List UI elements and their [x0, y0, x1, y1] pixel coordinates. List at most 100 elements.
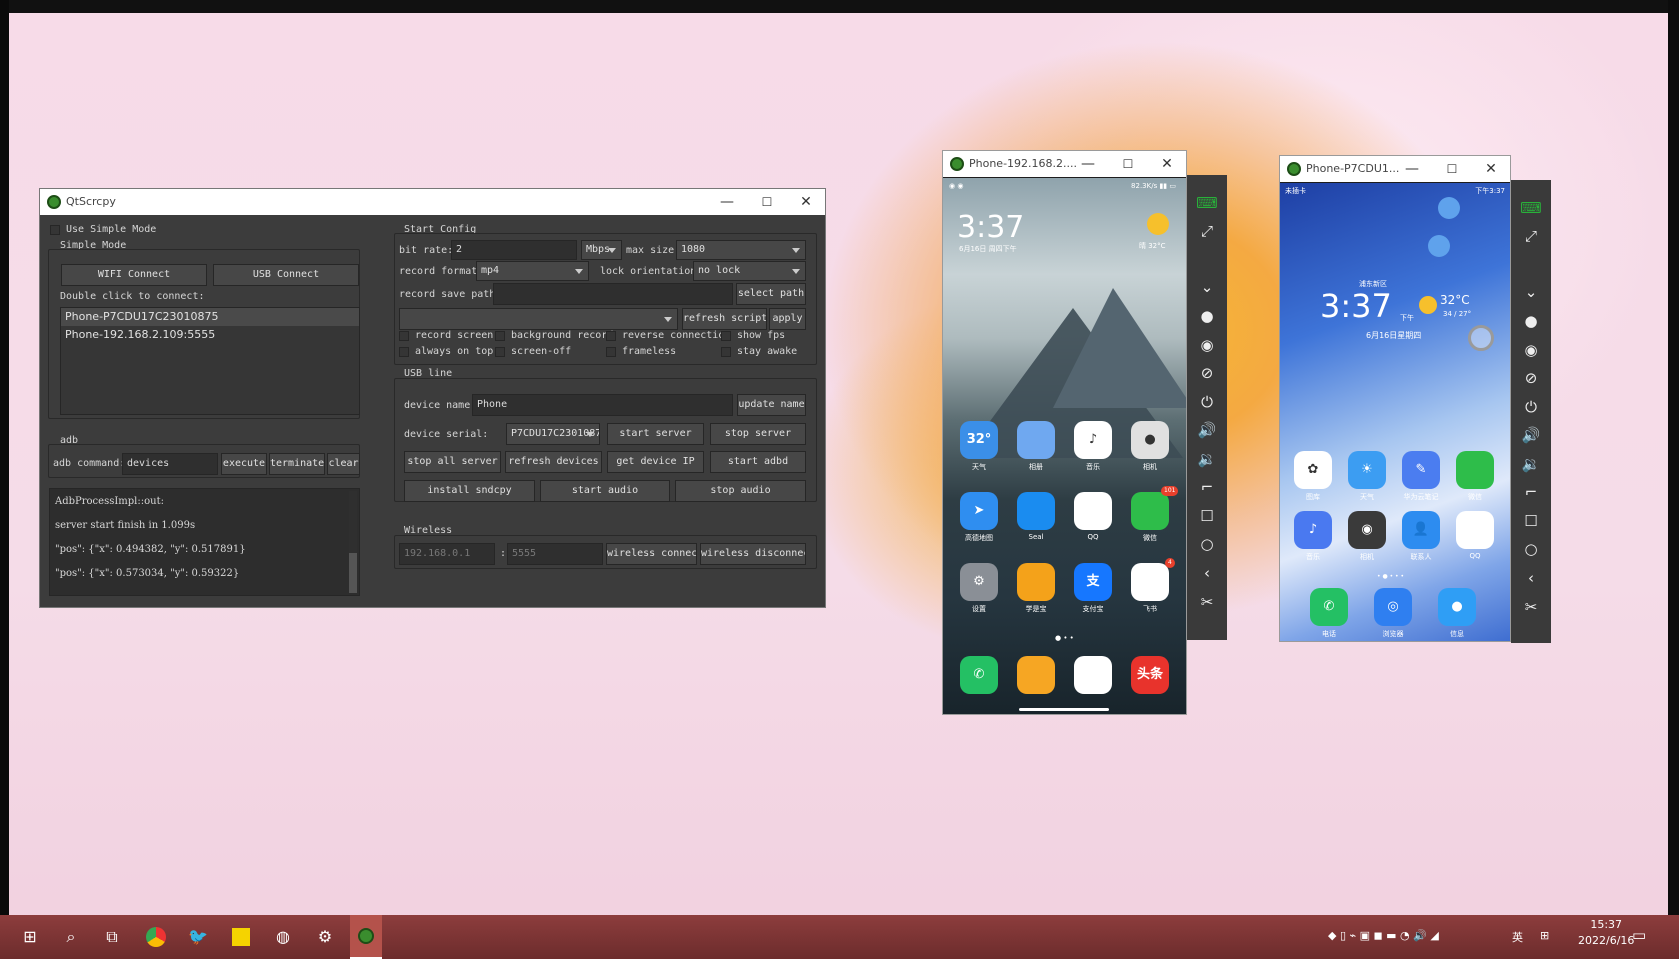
windows-start-icon[interactable]: ⊞ — [14, 921, 46, 953]
close-button[interactable]: ✕ — [1147, 151, 1187, 177]
app-icon[interactable]: ◍ — [267, 921, 299, 953]
clear-button[interactable]: clear — [327, 453, 360, 475]
power-icon[interactable]: ⏻ — [1195, 390, 1219, 414]
stop-audio-button[interactable]: stop audio — [675, 480, 806, 502]
phone-mirror-window[interactable]: Phone-P7CDU1... — ☐ ✕ 未插卡 下午3:37 浦东新区 3:… — [1279, 155, 1511, 642]
app-icon[interactable] — [1017, 656, 1055, 694]
back-icon[interactable]: ‹ — [1195, 561, 1219, 585]
stop-server-button[interactable]: stop server — [710, 423, 806, 445]
sticky-notes-icon[interactable] — [225, 921, 257, 953]
app-icon[interactable]: 🐦 — [182, 921, 214, 953]
app-icon[interactable]: 支 — [1074, 563, 1112, 601]
show-icon[interactable]: ◉ — [1195, 333, 1219, 357]
ime-icon[interactable]: ⊞ — [1540, 929, 1549, 942]
hide-icon[interactable]: ⊘ — [1195, 361, 1219, 385]
touch-icon[interactable]: ● — [1519, 309, 1543, 333]
scrollbar-thumb[interactable] — [349, 553, 357, 593]
record-screen-checkbox[interactable] — [399, 331, 409, 341]
start-server-button[interactable]: start server — [607, 423, 704, 445]
record-save-path-input[interactable] — [493, 283, 733, 305]
touch-icon[interactable]: ● — [1195, 304, 1219, 328]
app-icon[interactable]: ♪ — [1074, 421, 1112, 459]
update-name-button[interactable]: update name — [737, 394, 806, 416]
settings-gear-icon[interactable]: ⚙ — [309, 921, 341, 953]
maximize-button[interactable]: ☐ — [747, 189, 787, 215]
gesture-bar[interactable] — [1019, 708, 1109, 711]
app-icon[interactable] — [1074, 656, 1112, 694]
app-icon[interactable] — [1456, 511, 1494, 549]
volume-up-icon[interactable]: 🔊 — [1195, 418, 1219, 442]
adb-command-input[interactable]: devices — [122, 453, 218, 475]
script-select[interactable] — [399, 308, 678, 330]
screenshot-icon[interactable]: ✂ — [1519, 595, 1543, 619]
home-icon[interactable]: ☐ — [1195, 504, 1219, 528]
wifi-connect-button[interactable]: WIFI Connect — [61, 264, 207, 286]
task-view-icon[interactable]: ⧉ — [96, 921, 128, 953]
phone-screen[interactable]: ◉ ◉ 82.3K/s ▮▮ ▭ 3:37 6月16日 周四下午 晴 32°C … — [943, 178, 1186, 714]
screenshot-icon[interactable]: ✂ — [1195, 590, 1219, 614]
volume-up-icon[interactable]: 🔊 — [1519, 423, 1543, 447]
minimize-button[interactable]: — — [1068, 151, 1108, 177]
device-list[interactable]: Phone-P7CDU17C23010875 Phone-192.168.2.1… — [60, 307, 360, 415]
start-adbd-button[interactable]: start adbd — [710, 451, 806, 473]
app-icon[interactable]: 头条 — [1131, 656, 1169, 694]
wireless-disconnect-button[interactable]: wireless disconnect — [700, 543, 806, 565]
back-icon[interactable]: ‹ — [1519, 566, 1543, 590]
title-bar[interactable]: Phone-192.168.2.... — ☐ ✕ — [943, 151, 1186, 177]
maximize-button[interactable]: ☐ — [1108, 151, 1148, 177]
recents-icon[interactable]: ○ — [1195, 532, 1219, 556]
port-input[interactable]: 5555 — [507, 543, 603, 565]
always-on-top-checkbox[interactable] — [399, 347, 409, 357]
apply-button[interactable]: apply — [769, 308, 806, 330]
screen-off-checkbox[interactable] — [495, 347, 505, 357]
app-icon[interactable] — [1131, 563, 1169, 601]
ip-input[interactable]: 192.168.0.1 — [399, 543, 495, 565]
maximize-button[interactable]: ☐ — [1432, 156, 1472, 182]
app-icon[interactable]: ◉ — [1348, 511, 1386, 549]
switch-icon[interactable]: ⌐ — [1195, 475, 1219, 499]
app-icon[interactable] — [1074, 492, 1112, 530]
app-icon[interactable] — [1017, 563, 1055, 601]
select-path-button[interactable]: select path — [736, 283, 806, 305]
app-icon[interactable]: ✆ — [1310, 588, 1348, 626]
app-icon[interactable]: ✎ — [1402, 451, 1440, 489]
volume-down-icon[interactable]: 🔉 — [1519, 452, 1543, 476]
app-icon[interactable] — [1017, 492, 1055, 530]
lock-orientation-select[interactable]: no lock — [693, 261, 806, 281]
record-format-select[interactable]: mp4 — [476, 261, 589, 281]
home-icon[interactable]: ☐ — [1519, 509, 1543, 533]
start-audio-button[interactable]: start audio — [540, 480, 670, 502]
app-icon[interactable]: 👤 — [1402, 511, 1440, 549]
list-item[interactable]: Phone-P7CDU17C23010875 — [61, 308, 359, 326]
background-record-checkbox[interactable] — [495, 331, 505, 341]
use-simple-mode-checkbox[interactable] — [50, 225, 60, 235]
title-bar[interactable]: Phone-P7CDU1... — ☐ ✕ — [1280, 156, 1510, 182]
fullscreen-icon[interactable]: ⤢ — [1519, 224, 1543, 248]
close-button[interactable]: ✕ — [1471, 156, 1511, 182]
chrome-icon[interactable] — [140, 921, 172, 953]
switch-icon[interactable]: ⌐ — [1519, 480, 1543, 504]
frameless-checkbox[interactable] — [606, 347, 616, 357]
max-size-select[interactable]: 1080 — [676, 240, 806, 260]
app-icon[interactable] — [1456, 451, 1494, 489]
refresh-devices-button[interactable]: refresh devices — [505, 451, 602, 473]
app-icon[interactable] — [1017, 421, 1055, 459]
app-icon[interactable]: ♪ — [1294, 511, 1332, 549]
bit-rate-unit-select[interactable]: Mbps — [581, 240, 622, 260]
log-scrollbar[interactable] — [349, 491, 357, 593]
install-sndcpy-button[interactable]: install sndcpy — [404, 480, 535, 502]
search-icon[interactable]: ⌕ — [55, 921, 87, 953]
wireless-connect-button[interactable]: wireless connect — [606, 543, 697, 565]
app-icon[interactable]: ✿ — [1294, 451, 1332, 489]
tray-icons[interactable]: ◆ ▯ ⌁ ▣ ◼ ▬ ◔ 🔊 ◢ — [1328, 929, 1439, 942]
keyboard-icon[interactable]: ⌨ — [1195, 191, 1219, 215]
notification-icon[interactable]: ▭ — [1632, 926, 1646, 944]
expand-notifications-icon[interactable]: ⌄ — [1195, 275, 1219, 299]
app-icon[interactable]: ➤ — [960, 492, 998, 530]
app-icon[interactable]: ● — [1438, 588, 1476, 626]
minimize-button[interactable]: — — [1392, 156, 1432, 182]
app-icon[interactable]: ☀ — [1348, 451, 1386, 489]
close-button[interactable]: ✕ — [786, 189, 826, 215]
recents-icon[interactable]: ○ — [1519, 537, 1543, 561]
device-name-input[interactable]: Phone — [472, 394, 733, 416]
